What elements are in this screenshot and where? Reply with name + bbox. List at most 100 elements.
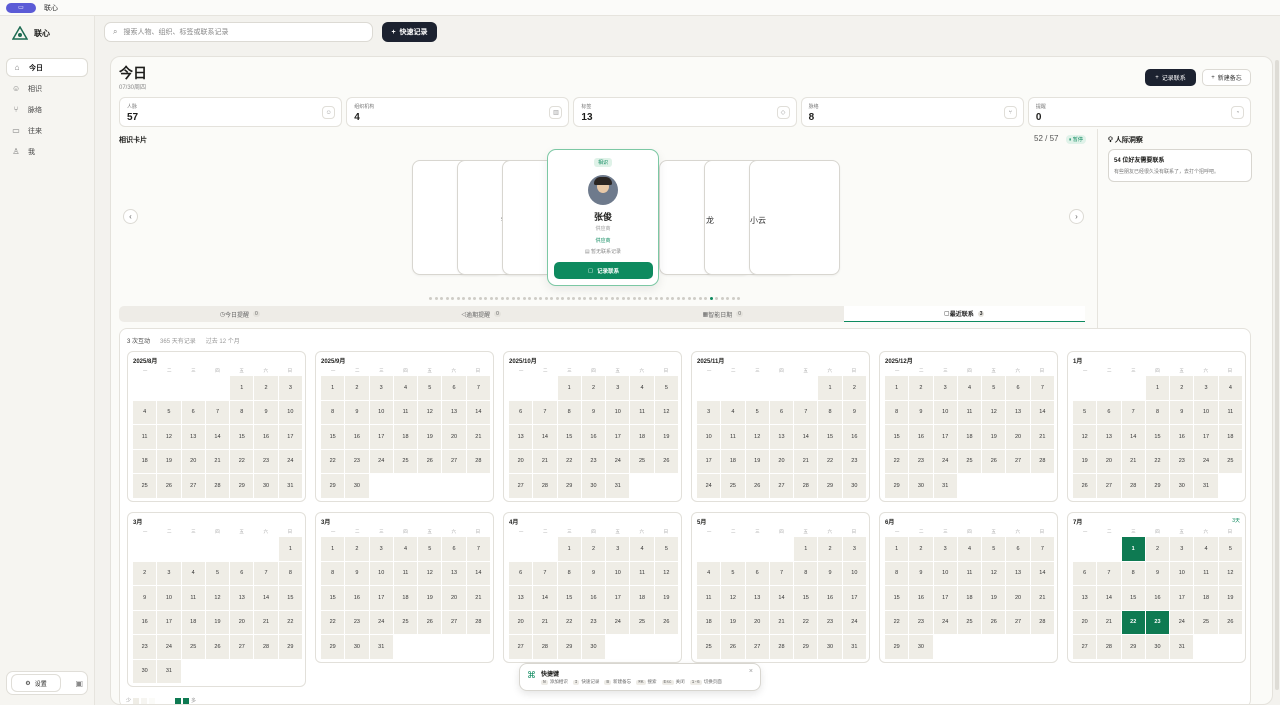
day-cell[interactable]: 12	[721, 586, 745, 610]
day-cell[interactable]: 27	[509, 635, 533, 659]
day-cell[interactable]: 6	[442, 537, 466, 561]
day-cell[interactable]: 9	[1145, 561, 1170, 585]
day-cell[interactable]: 20	[1073, 610, 1097, 634]
day-cell[interactable]: 9	[345, 400, 369, 424]
carousel-dot[interactable]	[440, 297, 443, 300]
day-cell[interactable]: 6	[1097, 400, 1121, 424]
day-cell[interactable]: 6	[509, 561, 533, 585]
day-cell[interactable]: 19	[721, 610, 745, 634]
day-cell[interactable]: 6	[1006, 537, 1030, 561]
app-icon[interactable]: ▭	[6, 2, 36, 13]
day-cell[interactable]: 2	[254, 376, 278, 400]
day-cell[interactable]: 24	[1194, 449, 1218, 473]
card-record-button[interactable]: ▢ 记录联系	[554, 262, 653, 279]
day-cell[interactable]: 4	[181, 561, 205, 585]
day-cell[interactable]: 22	[1121, 610, 1145, 634]
day-cell[interactable]: 23	[818, 610, 842, 634]
day-cell[interactable]: 31	[1194, 474, 1218, 498]
day-cell[interactable]: 24	[842, 610, 866, 634]
carousel-dot[interactable]	[533, 297, 537, 300]
day-cell[interactable]: 8	[321, 561, 345, 585]
day-cell[interactable]: 19	[654, 425, 678, 449]
day-cell[interactable]: 18	[957, 586, 982, 610]
day-cell[interactable]: 14	[1030, 400, 1054, 424]
day-cell[interactable]: 20	[442, 425, 466, 449]
day-cell[interactable]: 3	[606, 376, 630, 400]
day-cell[interactable]: 3	[1194, 376, 1218, 400]
day-cell[interactable]: 5	[654, 537, 678, 561]
day-cell[interactable]: 11	[630, 400, 654, 424]
day-cell[interactable]: 7	[769, 561, 794, 585]
day-cell[interactable]: 26	[205, 635, 230, 659]
day-cell[interactable]: 7	[533, 400, 557, 424]
day-cell[interactable]: 18	[1218, 425, 1242, 449]
day-cell[interactable]: 19	[1218, 586, 1242, 610]
day-cell[interactable]: 7	[254, 561, 278, 585]
day-cell[interactable]: 27	[442, 610, 466, 634]
day-cell[interactable]: 25	[957, 449, 982, 473]
day-cell[interactable]: 3	[369, 376, 393, 400]
day-cell[interactable]: 10	[933, 561, 957, 585]
day-cell[interactable]: 8	[885, 561, 909, 585]
carousel-dot[interactable]	[467, 297, 471, 300]
day-cell[interactable]: 18	[393, 586, 418, 610]
carousel-dot[interactable]	[456, 297, 460, 300]
day-cell[interactable]: 4	[957, 537, 982, 561]
sidebar-item[interactable]: ☺ 相识	[6, 79, 88, 98]
day-cell[interactable]: 7	[466, 537, 490, 561]
day-cell[interactable]: 12	[205, 586, 230, 610]
day-cell[interactable]: 7	[794, 400, 818, 424]
day-cell[interactable]: 29	[321, 635, 345, 659]
day-cell[interactable]: 20	[181, 449, 205, 473]
day-cell[interactable]: 6	[509, 400, 533, 424]
day-cell[interactable]: 18	[133, 449, 157, 473]
day-cell[interactable]: 2	[909, 376, 933, 400]
day-cell[interactable]: 24	[933, 449, 957, 473]
day-cell[interactable]: 22	[1145, 449, 1170, 473]
day-cell[interactable]: 4	[630, 376, 654, 400]
settings-button[interactable]: ⚙ 设置	[11, 674, 61, 692]
day-cell[interactable]: 7	[205, 400, 230, 424]
carousel-dot[interactable]	[588, 297, 592, 300]
carousel-dot[interactable]	[544, 297, 548, 300]
day-cell[interactable]: 22	[818, 449, 842, 473]
tab-0[interactable]: ◷ 今日提醒 0	[119, 306, 361, 322]
day-cell[interactable]: 6	[745, 561, 769, 585]
day-cell[interactable]: 29	[1145, 474, 1170, 498]
day-cell[interactable]: 2	[345, 537, 369, 561]
day-cell[interactable]: 15	[557, 586, 581, 610]
day-cell[interactable]: 8	[278, 561, 302, 585]
day-cell[interactable]: 9	[909, 561, 933, 585]
day-cell[interactable]: 2	[1170, 376, 1194, 400]
day-cell[interactable]: 13	[181, 425, 205, 449]
day-cell[interactable]: 26	[654, 610, 678, 634]
carousel-dot[interactable]	[676, 297, 680, 300]
day-cell[interactable]: 19	[418, 425, 442, 449]
day-cell[interactable]: 21	[1030, 425, 1054, 449]
day-cell[interactable]: 21	[533, 610, 557, 634]
day-cell[interactable]: 28	[1121, 474, 1145, 498]
day-cell[interactable]: 20	[1006, 586, 1030, 610]
day-cell[interactable]: 2	[909, 537, 933, 561]
day-cell[interactable]: 1	[321, 376, 345, 400]
next-arrow-icon[interactable]: ›	[1069, 209, 1084, 224]
day-cell[interactable]: 3	[842, 537, 866, 561]
day-cell[interactable]: 4	[1194, 537, 1218, 561]
day-cell[interactable]: 30	[909, 635, 933, 659]
day-cell[interactable]: 11	[697, 586, 721, 610]
day-cell[interactable]: 22	[278, 610, 302, 634]
day-cell[interactable]: 7	[1030, 537, 1054, 561]
day-cell[interactable]: 22	[230, 449, 254, 473]
close-icon[interactable]: ×	[749, 668, 753, 675]
day-cell[interactable]: 29	[557, 635, 581, 659]
day-cell[interactable]: 20	[230, 610, 254, 634]
day-cell[interactable]: 7	[1121, 400, 1145, 424]
day-cell[interactable]: 21	[1097, 610, 1121, 634]
day-cell[interactable]: 25	[721, 474, 745, 498]
day-cell[interactable]: 1	[794, 537, 818, 561]
day-cell[interactable]: 17	[933, 586, 957, 610]
day-cell[interactable]: 3	[157, 561, 181, 585]
day-cell[interactable]: 15	[818, 425, 842, 449]
day-cell[interactable]: 26	[418, 449, 442, 473]
day-cell[interactable]: 28	[533, 635, 557, 659]
